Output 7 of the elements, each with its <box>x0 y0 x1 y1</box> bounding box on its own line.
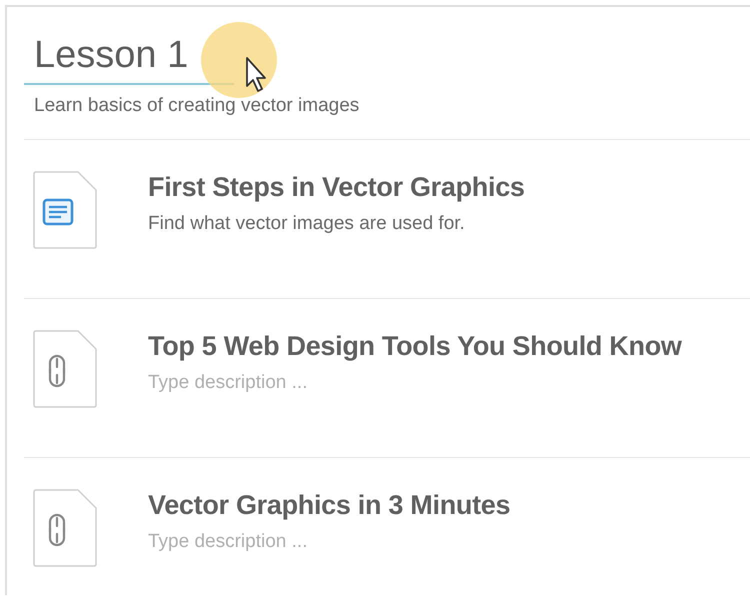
item-title: Vector Graphics in 3 Minutes <box>148 489 512 521</box>
description-field[interactable]: Find what vector images are used for. <box>148 213 568 235</box>
description-field[interactable]: Type description ... <box>148 531 568 553</box>
item-title: First Steps in Vector Graphics <box>148 171 526 203</box>
lesson-subtitle: Learn basics of creating vector images <box>33 94 360 117</box>
description-field[interactable]: Type description ... <box>148 372 568 394</box>
item-title: Top 5 Web Design Tools You Should Know <box>148 330 682 362</box>
